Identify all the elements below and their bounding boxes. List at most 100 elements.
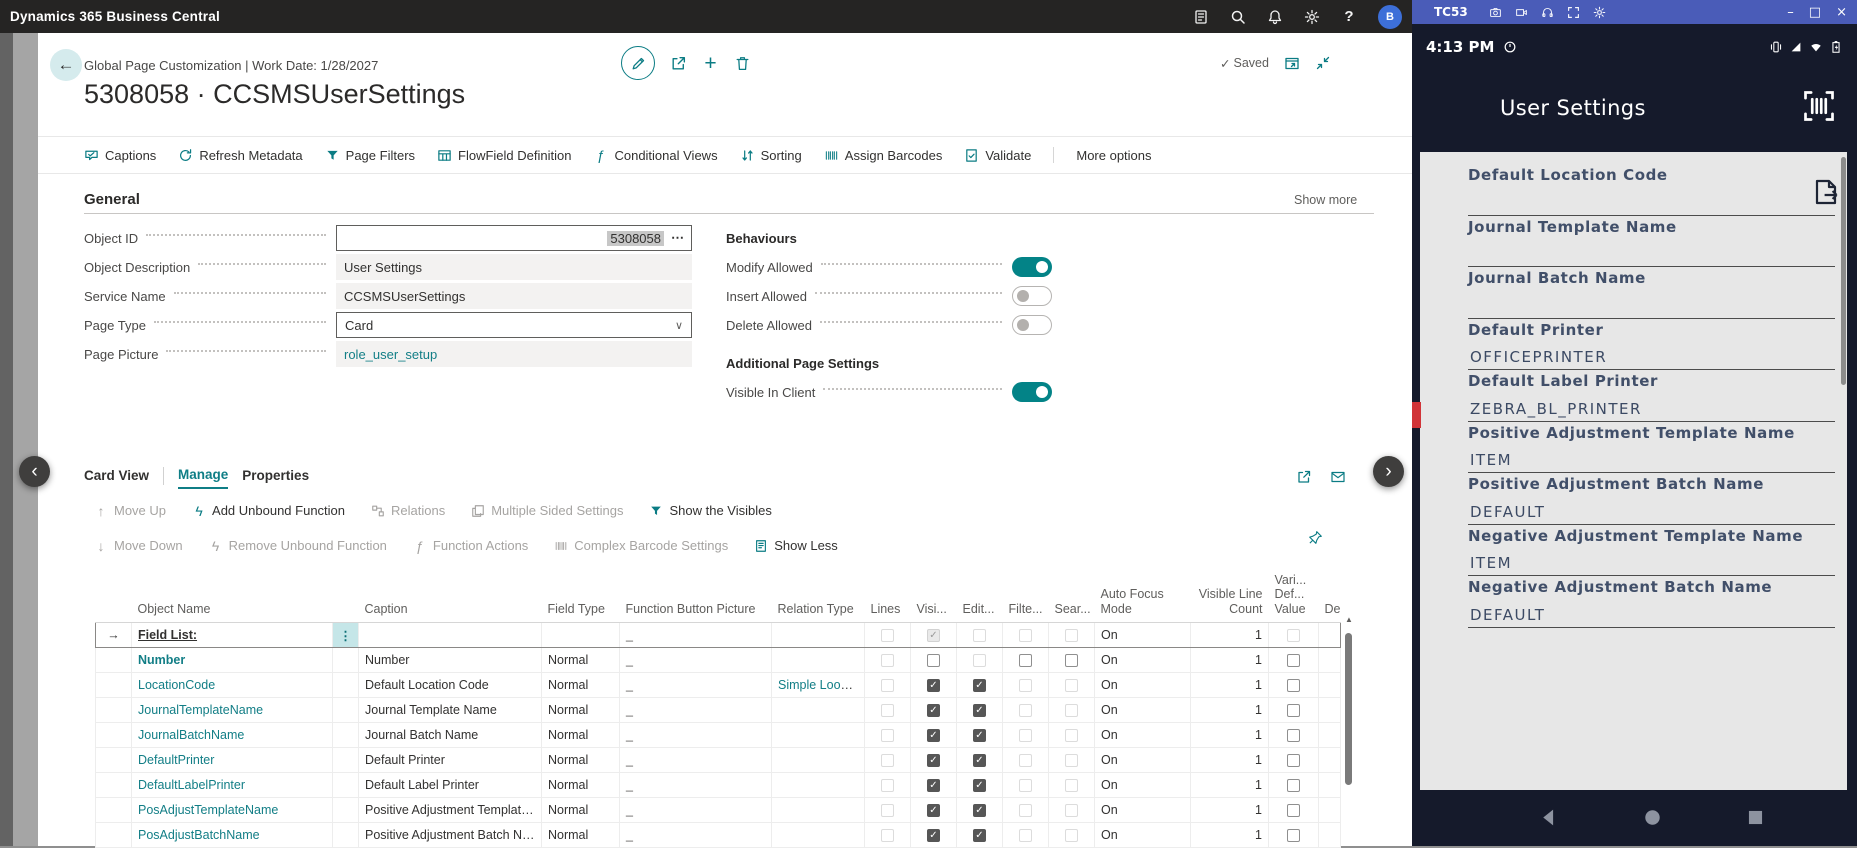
barcode-scan-icon[interactable]	[1801, 88, 1837, 124]
toggle-modify-allowed[interactable]	[1012, 257, 1052, 277]
object-name-link[interactable]: PosAdjustBatchName	[138, 828, 260, 842]
action-sorting[interactable]: Sorting	[740, 148, 802, 163]
device-field[interactable]: Positive Adjustment Batch NameDEFAULT	[1468, 475, 1835, 527]
checkbox[interactable]: ✓	[973, 754, 986, 767]
delete-button[interactable]	[734, 55, 751, 72]
checkbox[interactable]: ✓	[927, 704, 940, 717]
column-header[interactable]: Edit...	[957, 571, 1003, 623]
action-validate[interactable]: Validate	[964, 148, 1031, 163]
share-part-icon[interactable]	[1296, 469, 1312, 485]
android-recents-icon[interactable]	[1745, 807, 1766, 828]
action-conditional-views[interactable]: ƒConditional Views	[593, 148, 717, 163]
pin-icon[interactable]	[1308, 530, 1323, 545]
object-name-link[interactable]: JournalTemplateName	[138, 703, 263, 717]
page-type-select[interactable]: Card∨	[336, 312, 692, 338]
fullscreen-icon[interactable]	[1567, 6, 1580, 19]
open-in-window-icon[interactable]	[1284, 55, 1300, 71]
scroll-up-arrow[interactable]: ▲	[1343, 615, 1355, 624]
headphones-icon[interactable]	[1541, 6, 1554, 19]
checkbox[interactable]: ✓	[927, 729, 940, 742]
action-flowfield-definition[interactable]: FlowField Definition	[437, 148, 571, 163]
table-row[interactable]: PosAdjustTemplateNamePositive Adjustment…	[96, 798, 1341, 823]
camera-icon[interactable]	[1489, 6, 1502, 19]
checkbox[interactable]	[1287, 754, 1300, 767]
column-header[interactable]: Caption	[359, 571, 542, 623]
tab-properties[interactable]: Properties	[242, 468, 309, 488]
column-header[interactable]: Vari... Def... Value	[1269, 571, 1319, 623]
table-row[interactable]: DefaultPrinterDefault PrinterNormal_✓✓On…	[96, 748, 1341, 773]
show-less-button[interactable]: Show Less	[754, 538, 838, 553]
checkbox[interactable]: ✓	[973, 679, 986, 692]
journal-icon[interactable]	[1193, 9, 1209, 25]
table-scrollbar[interactable]: ▲	[1343, 615, 1355, 844]
breadcrumb[interactable]: Global Page Customization | Work Date: 1…	[84, 58, 378, 73]
device-field[interactable]: Positive Adjustment Template NameITEM	[1468, 424, 1835, 476]
device-field[interactable]: Default Location Code	[1468, 166, 1835, 218]
checkbox[interactable]: ✓	[973, 829, 986, 842]
user-avatar[interactable]: B	[1378, 5, 1402, 29]
back-button[interactable]: ←	[50, 49, 82, 81]
column-header[interactable]: Function Button Picture	[620, 571, 772, 623]
notifications-icon[interactable]	[1267, 9, 1283, 25]
table-row[interactable]: DefaultLabelPrinterDefault Label Printer…	[96, 773, 1341, 798]
device-field[interactable]: Default PrinterOFFICEPRINTER	[1468, 321, 1835, 373]
table-row[interactable]: →Field List:⋮_✓On1	[96, 623, 1341, 648]
collapse-icon[interactable]	[1315, 55, 1331, 71]
column-header[interactable]: Object Name	[132, 571, 333, 623]
column-header[interactable]	[333, 571, 359, 623]
object-name-link[interactable]: Number	[138, 653, 185, 667]
checkbox[interactable]	[927, 654, 940, 667]
action-refresh-metadata[interactable]: Refresh Metadata	[178, 148, 302, 163]
android-back-icon[interactable]	[1538, 807, 1559, 828]
android-home-icon[interactable]	[1642, 807, 1663, 828]
device-field[interactable]: Negative Adjustment Batch NameDEFAULT	[1468, 578, 1835, 630]
checkbox[interactable]	[1287, 804, 1300, 817]
checkbox[interactable]	[1019, 654, 1032, 667]
relation-type-link[interactable]: Simple Lookup	[778, 678, 861, 692]
column-header[interactable]: Sear...	[1049, 571, 1095, 623]
edit-button[interactable]	[621, 46, 655, 80]
action-assign-barcodes[interactable]: Assign Barcodes	[824, 148, 943, 163]
emulator-settings-icon[interactable]	[1593, 6, 1606, 19]
checkbox[interactable]	[1287, 679, 1300, 692]
chevron-down-icon[interactable]: ∨	[675, 319, 683, 332]
mail-part-icon[interactable]	[1330, 469, 1346, 485]
column-header[interactable]: Relation Type	[772, 571, 865, 623]
toggle-visible-in-client[interactable]	[1012, 382, 1052, 402]
add-unbound-function-button[interactable]: ϟAdd Unbound Function	[192, 503, 345, 518]
scrollbar-thumb[interactable]	[1345, 633, 1352, 785]
table-row[interactable]: LocationCodeDefault Location CodeNormal_…	[96, 673, 1341, 698]
checkbox[interactable]	[1287, 729, 1300, 742]
device-field[interactable]: Default Label PrinterZEBRA_BL_PRINTER	[1468, 372, 1835, 424]
column-header[interactable]: Visi...	[911, 571, 957, 623]
share-button[interactable]	[670, 55, 687, 72]
checkbox[interactable]: ✓	[973, 704, 986, 717]
page-picture-link[interactable]: role_user_setup	[344, 347, 437, 362]
maximize-button[interactable]: □	[1809, 5, 1821, 20]
action-page-filters[interactable]: Page Filters	[325, 148, 415, 163]
device-field[interactable]: Negative Adjustment Template NameITEM	[1468, 527, 1835, 579]
assist-edit-icon[interactable]: ⋯	[671, 230, 685, 246]
column-header[interactable]: Lines	[865, 571, 911, 623]
new-button[interactable]: +	[702, 55, 719, 72]
checkbox[interactable]	[1287, 779, 1300, 792]
row-options-button[interactable]: ⋮	[333, 623, 359, 648]
next-record-button[interactable]: ›	[1373, 456, 1404, 487]
help-icon[interactable]: ?	[1341, 9, 1357, 25]
column-header[interactable]	[96, 571, 132, 623]
previous-record-button[interactable]: ‹	[19, 456, 50, 487]
more-options-button[interactable]: More options	[1076, 148, 1151, 163]
action-captions[interactable]: Captions	[84, 148, 156, 163]
toggle-delete-allowed[interactable]	[1012, 315, 1052, 335]
object-name-link[interactable]: LocationCode	[138, 678, 215, 692]
search-icon[interactable]	[1230, 9, 1246, 25]
checkbox[interactable]: ✓	[927, 779, 940, 792]
checkbox[interactable]	[1287, 704, 1300, 717]
show-the-visibles-button[interactable]: Show the Visibles	[649, 503, 771, 518]
object-name-link[interactable]: PosAdjustTemplateName	[138, 803, 278, 817]
video-icon[interactable]	[1515, 6, 1528, 19]
toggle-insert-allowed[interactable]	[1012, 286, 1052, 306]
tab-card-view[interactable]: Card View	[84, 468, 149, 488]
column-header[interactable]: Visible Line Count	[1191, 571, 1269, 623]
table-row[interactable]: NumberNumberNormal_On1	[96, 648, 1341, 673]
